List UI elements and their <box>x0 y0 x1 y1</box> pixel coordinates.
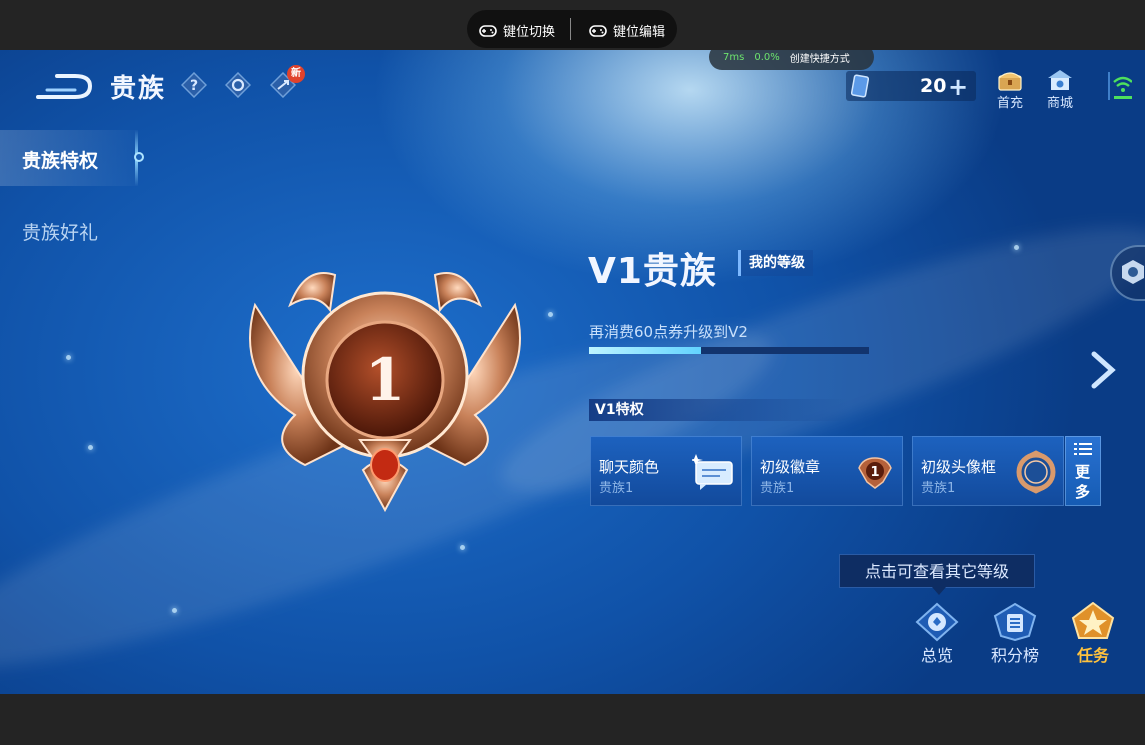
wifi-signal-icon <box>1108 72 1132 100</box>
sparkle <box>88 445 93 450</box>
help-icon[interactable]: ? <box>181 72 207 98</box>
sparkle <box>460 545 465 550</box>
page-title: 贵族 <box>110 74 167 104</box>
sidebar-item-label: 贵族好礼 <box>22 222 99 244</box>
privilege-sub: 贵族1 <box>599 481 634 496</box>
game-screen: 7ms 0.0% 创建快捷方式 贵族 ? 新 贵族特权 贵族好礼 20 + 首充… <box>0 50 1145 694</box>
privilege-name: 初级徽章 <box>760 458 821 476</box>
tasks-button[interactable]: 任务 <box>1063 602 1123 666</box>
sparkle <box>66 355 71 360</box>
sparkle <box>1014 245 1019 250</box>
more-label-1: 更 <box>1075 463 1091 481</box>
privileges-title: V1特权 <box>589 399 849 421</box>
level-progress-fill <box>589 347 701 354</box>
view-levels-tooltip: 点击可查看其它等级 <box>839 554 1035 595</box>
noble-level-medal: 1 <box>249 272 521 513</box>
chat-bubble-icon <box>692 454 733 490</box>
overview-button[interactable]: 总览 <box>907 602 967 666</box>
svg-text:?: ? <box>190 78 198 94</box>
sparkle <box>548 312 553 317</box>
back-icon[interactable] <box>35 72 93 100</box>
gamepad-edit-icon <box>589 24 607 37</box>
overview-label: 总览 <box>920 646 953 665</box>
coupon-value: 20 <box>920 75 947 97</box>
sparkle <box>172 608 177 613</box>
privilege-card-avatar-frame[interactable]: 初级头像框 贵族1 <box>912 436 1064 506</box>
privilege-sub: 贵族1 <box>760 481 795 496</box>
privilege-card-chat-color[interactable]: 聊天颜色 贵族1 <box>590 436 742 506</box>
privilege-name: 初级头像框 <box>921 458 997 476</box>
first-charge-button[interactable]: 首充 <box>990 68 1030 111</box>
list-icon <box>1074 443 1092 455</box>
toolbar-divider <box>570 18 571 40</box>
window-topbar: 键位切换 键位编辑 <box>0 0 1145 50</box>
more-label-2: 多 <box>1075 483 1091 501</box>
hexagon-icon <box>1122 260 1144 284</box>
shop-icon <box>1048 70 1072 90</box>
medal-number: 1 <box>365 346 405 414</box>
settings-icon[interactable] <box>225 72 251 98</box>
performance-overlay[interactable]: 7ms 0.0% 创建快捷方式 <box>709 50 874 70</box>
keymap-toolbar: 键位切换 键位编辑 <box>467 10 677 48</box>
keymap-edit-button[interactable]: 键位编辑 <box>589 21 665 40</box>
tasks-star-icon <box>1071 602 1115 639</box>
ranking-label: 积分榜 <box>990 646 1039 665</box>
level-progress-bar <box>589 347 869 354</box>
privilege-card-badge[interactable]: 初级徽章 贵族1 1 <box>751 436 903 506</box>
ranking-button[interactable]: 积分榜 <box>985 602 1045 666</box>
new-badge: 新 <box>287 65 305 83</box>
window-bottombar <box>0 694 1145 745</box>
badge-number: 1 <box>870 465 879 480</box>
coupon-icon <box>851 74 869 98</box>
active-dot <box>134 152 144 162</box>
add-coupon-button[interactable]: + <box>948 73 968 101</box>
tasks-label: 任务 <box>1076 646 1109 665</box>
my-level-tag: 我的等级 <box>738 250 813 276</box>
upgrade-hint: 再消费60点券升级到V2 <box>589 323 748 341</box>
coupon-balance[interactable]: 20 + <box>846 71 976 101</box>
treasure-chest-icon <box>998 72 1022 91</box>
loss-value: 0.0% <box>754 51 780 63</box>
privilege-name: 聊天颜色 <box>599 458 660 476</box>
more-privileges-button[interactable]: 更 多 <box>1065 436 1101 506</box>
create-shortcut-label: 创建快捷方式 <box>789 53 850 65</box>
privilege-sub: 贵族1 <box>921 481 956 496</box>
sidebar-item-label: 贵族特权 <box>22 150 99 172</box>
sidebar-item-noble-privileges[interactable]: 贵族特权 <box>0 130 144 186</box>
chevron-right-icon[interactable] <box>1088 350 1118 390</box>
keymap-edit-label: 键位编辑 <box>613 25 666 40</box>
shop-button[interactable]: 商城 <box>1040 68 1080 111</box>
sidebar-item-noble-gifts[interactable]: 贵族好礼 <box>0 202 138 258</box>
avatar-frame-icon <box>1016 450 1056 494</box>
overview-icon <box>915 602 959 642</box>
latency-value: 7ms <box>723 51 745 63</box>
ranking-shield-icon <box>993 602 1037 642</box>
level-title: V1贵族 <box>588 251 717 292</box>
gamepad-switch-icon <box>479 24 497 37</box>
badge-medal-icon: 1 <box>858 457 892 489</box>
shop-label: 商城 <box>1046 96 1073 111</box>
first-charge-label: 首充 <box>996 96 1023 111</box>
keymap-switch-button[interactable]: 键位切换 <box>479 21 555 40</box>
keymap-switch-label: 键位切换 <box>503 25 556 40</box>
